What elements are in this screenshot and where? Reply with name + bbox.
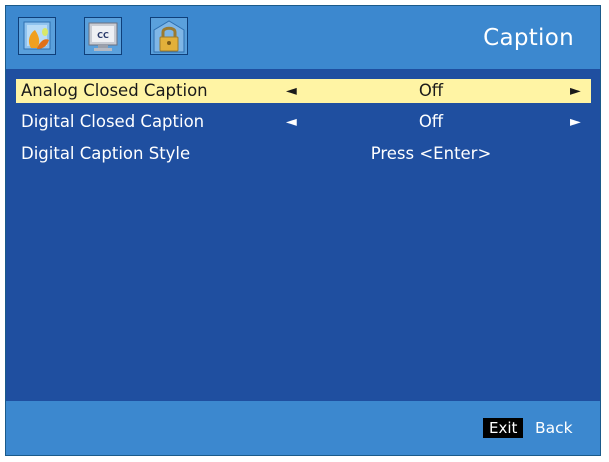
menu-item-value: Off	[418, 112, 444, 131]
cc-icon-text: CC	[97, 31, 109, 40]
exit-button[interactable]: Exit	[483, 418, 524, 438]
back-label: Back	[535, 419, 573, 437]
menu-footer: Exit Back	[6, 401, 600, 455]
left-arrow-icon[interactable]: ◄	[286, 79, 297, 103]
right-arrow-icon[interactable]: ►	[570, 79, 581, 103]
menu-item-digital-closed-caption[interactable]: Digital Closed Caption ◄ Off ►	[16, 110, 591, 134]
menu-item-value: Off	[418, 81, 444, 100]
menu-item-analog-closed-caption[interactable]: Analog Closed Caption ◄ Off ►	[16, 79, 591, 103]
menu-item-digital-caption-style[interactable]: Digital Caption Style Press <Enter>	[16, 142, 591, 166]
menu-item-value: Press <Enter>	[370, 144, 492, 163]
menu-body: Analog Closed Caption ◄ Off ► Digital Cl…	[6, 69, 600, 401]
menu-header: CC Caption	[6, 6, 600, 69]
padlock-icon	[151, 18, 187, 54]
osd-menu-screen: CC Caption Analog Closed Caption ◄ Off ►…	[5, 5, 601, 456]
tab-lock[interactable]	[150, 17, 188, 55]
menu-item-label: Digital Closed Caption	[21, 112, 205, 131]
page-title: Caption	[483, 25, 574, 51]
menu-item-label: Digital Caption Style	[21, 144, 191, 163]
right-arrow-icon[interactable]: ►	[570, 110, 581, 134]
left-arrow-icon[interactable]: ◄	[286, 110, 297, 134]
menu-item-label: Analog Closed Caption	[21, 81, 208, 100]
picture-settings-icon	[19, 18, 55, 54]
cc-monitor-icon: CC	[85, 18, 121, 54]
tab-caption[interactable]: CC	[84, 17, 122, 55]
tab-picture[interactable]	[18, 17, 56, 55]
